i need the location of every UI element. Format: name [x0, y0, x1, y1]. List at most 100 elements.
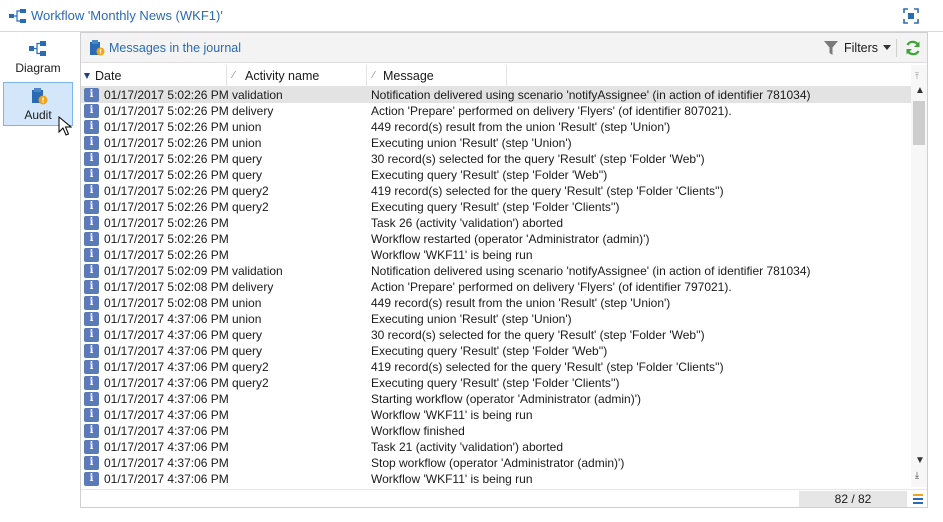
table-row[interactable]: i 01/17/2017 5:02:26 PM query Executing que… [81, 167, 911, 183]
info-icon: i [84, 88, 99, 102]
row-activity: query [232, 152, 263, 166]
info-icon: i [84, 472, 99, 486]
journal-table: Date ⁄ Activity name ⁄ Message i 01/17/20… [81, 65, 911, 487]
info-icon: i [84, 424, 99, 438]
table-row[interactable]: i 01/17/2017 4:37:06 PM query 30 record(s) … [81, 327, 911, 343]
column-menu-icon[interactable] [913, 494, 923, 504]
sidebar-item-diagram[interactable]: Diagram [3, 36, 73, 78]
table-row[interactable]: i 01/17/2017 5:02:26 PM union Executing uni… [81, 135, 911, 151]
table-row[interactable]: i 01/17/2017 5:02:09 PM validation Notifica… [81, 263, 911, 279]
table-row[interactable]: i 01/17/2017 5:02:08 PM union 449 record(s)… [81, 295, 911, 311]
row-activity: delivery [232, 104, 274, 118]
table-row[interactable]: i 01/17/2017 5:02:08 PM delivery Action 'Pr… [81, 279, 911, 295]
scroll-up-icon[interactable]: ▲ [915, 85, 925, 96]
row-date: 01/17/2017 4:37:06 PM [104, 392, 229, 406]
info-icon: i [84, 184, 99, 198]
table-row[interactable]: i 01/17/2017 5:02:26 PM query2 Executing qu… [81, 199, 911, 215]
sort-descending-icon [84, 73, 90, 79]
scroll-down-icon[interactable]: ▼ [915, 455, 925, 466]
table-row[interactable]: i 01/17/2017 4:37:06 PM query Executing que… [81, 343, 911, 359]
table-row[interactable]: i 01/17/2017 5:02:26 PM Task 26 (activity … [81, 215, 911, 231]
journal-panel: Messages in the journal Filters Date ⁄ A… [80, 32, 928, 508]
row-message: Executing query 'Result' (step 'Folder '… [371, 344, 608, 358]
column-header-date[interactable]: Date [81, 65, 227, 87]
column-header-activity[interactable]: ⁄ Activity name [227, 65, 367, 87]
row-date: 01/17/2017 5:02:26 PM [104, 184, 229, 198]
table-row[interactable]: i 01/17/2017 4:37:06 PM Stop workflow (ope… [81, 455, 911, 471]
row-activity: query [232, 168, 263, 182]
journal-toolbar: Messages in the journal Filters [81, 33, 927, 63]
row-activity: delivery [232, 280, 274, 294]
row-activity: query2 [232, 360, 269, 374]
row-date: 01/17/2017 5:02:26 PM [104, 248, 229, 262]
table-row[interactable]: i 01/17/2017 4:37:06 PM query2 Executing qu… [81, 375, 911, 391]
table-row[interactable]: i 01/17/2017 5:02:26 PM Workflow 'WKF11' i… [81, 247, 911, 263]
row-date: 01/17/2017 5:02:26 PM [104, 232, 229, 246]
row-activity: query [232, 344, 263, 358]
row-message: Task 26 (activity 'validation') aborted [371, 216, 564, 230]
info-icon: i [84, 456, 99, 470]
info-icon: i [84, 168, 99, 182]
table-body: i 01/17/2017 5:02:26 PM validation Notifica… [81, 87, 911, 487]
scrollbar-thumb[interactable] [913, 101, 925, 145]
info-icon: i [84, 104, 99, 118]
row-date: 01/17/2017 5:02:08 PM [104, 296, 229, 310]
info-icon: i [84, 120, 99, 134]
table-row[interactable]: i 01/17/2017 4:37:06 PM Workflow finished [81, 423, 911, 439]
row-date: 01/17/2017 4:37:06 PM [104, 440, 229, 454]
row-date: 01/17/2017 4:37:06 PM [104, 376, 229, 390]
journal-title: Messages in the journal [109, 41, 242, 55]
row-message: Executing query 'Result' (step 'Folder '… [371, 200, 620, 214]
row-date: 01/17/2017 5:02:26 PM [104, 200, 229, 214]
row-date: 01/17/2017 4:37:06 PM [104, 408, 229, 422]
workflow-icon [9, 9, 26, 23]
info-icon: i [84, 296, 99, 310]
table-row[interactable]: i 01/17/2017 5:02:26 PM validation Notifica… [81, 87, 911, 103]
row-message: Starting workflow (operator 'Administrat… [371, 392, 641, 406]
table-row[interactable]: i 01/17/2017 4:37:06 PM Starting workflow … [81, 391, 911, 407]
scroll-to-bottom-icon[interactable]: ⤓ [915, 470, 919, 481]
table-header: Date ⁄ Activity name ⁄ Message [81, 65, 911, 87]
maximize-icon[interactable] [902, 7, 920, 25]
info-icon: i [84, 312, 99, 326]
table-row[interactable]: i 01/17/2017 5:02:26 PM delivery Action 'Pr… [81, 103, 911, 119]
table-row[interactable]: i 01/17/2017 4:37:06 PM union Executing uni… [81, 311, 911, 327]
info-icon: i [84, 200, 99, 214]
info-icon: i [84, 376, 99, 390]
table-row[interactable]: i 01/17/2017 5:02:26 PM union 449 record(s)… [81, 119, 911, 135]
refresh-icon[interactable] [905, 40, 921, 56]
row-date: 01/17/2017 5:02:26 PM [104, 136, 229, 150]
filters-button[interactable]: Filters [844, 41, 878, 55]
row-message: Executing union 'Result' (step 'Union') [371, 136, 572, 150]
table-row[interactable]: i 01/17/2017 4:37:06 PM Workflow 'WKF11' i… [81, 471, 911, 487]
table-row[interactable]: i 01/17/2017 4:37:06 PM query2 419 record(s… [81, 359, 911, 375]
row-message: Executing union 'Result' (step 'Union') [371, 312, 572, 326]
vertical-scrollbar[interactable]: ⤒ ▲ ▼ ⤓ [911, 65, 927, 487]
row-message: 30 record(s) selected for the query 'Res… [371, 328, 705, 342]
column-header-message[interactable]: ⁄ Message [367, 65, 507, 87]
table-row[interactable]: i 01/17/2017 4:37:06 PM Task 21 (activity … [81, 439, 911, 455]
row-activity: query2 [232, 184, 269, 198]
row-date: 01/17/2017 5:02:26 PM [104, 168, 229, 182]
row-message: Workflow finished [371, 424, 465, 438]
filters-dropdown-icon[interactable] [883, 45, 891, 50]
info-icon: i [84, 232, 99, 246]
row-activity: validation [232, 264, 283, 278]
row-message: Notification delivered using scenario 'n… [371, 264, 811, 278]
row-message: 449 record(s) result from the union 'Res… [371, 120, 671, 134]
scroll-to-top-icon[interactable]: ⤒ [915, 71, 919, 82]
row-activity: validation [232, 88, 283, 102]
toolbar-divider [896, 39, 897, 57]
table-row[interactable]: i 01/17/2017 5:02:26 PM Workflow restarted… [81, 231, 911, 247]
status-bar: 82 / 82 [81, 489, 927, 507]
table-row[interactable]: i 01/17/2017 5:02:26 PM query2 419 record(s… [81, 183, 911, 199]
journal-icon [90, 40, 105, 56]
mouse-cursor-icon [58, 116, 72, 136]
row-activity: union [232, 312, 262, 326]
table-row[interactable]: i 01/17/2017 5:02:26 PM query 30 record(s) … [81, 151, 911, 167]
filter-icon[interactable] [824, 41, 838, 55]
table-row[interactable]: i 01/17/2017 4:37:06 PM Workflow 'WKF11' i… [81, 407, 911, 423]
info-icon: i [84, 216, 99, 230]
row-message: Stop workflow (operator 'Administrator (… [371, 456, 625, 470]
row-activity: query2 [232, 200, 269, 214]
